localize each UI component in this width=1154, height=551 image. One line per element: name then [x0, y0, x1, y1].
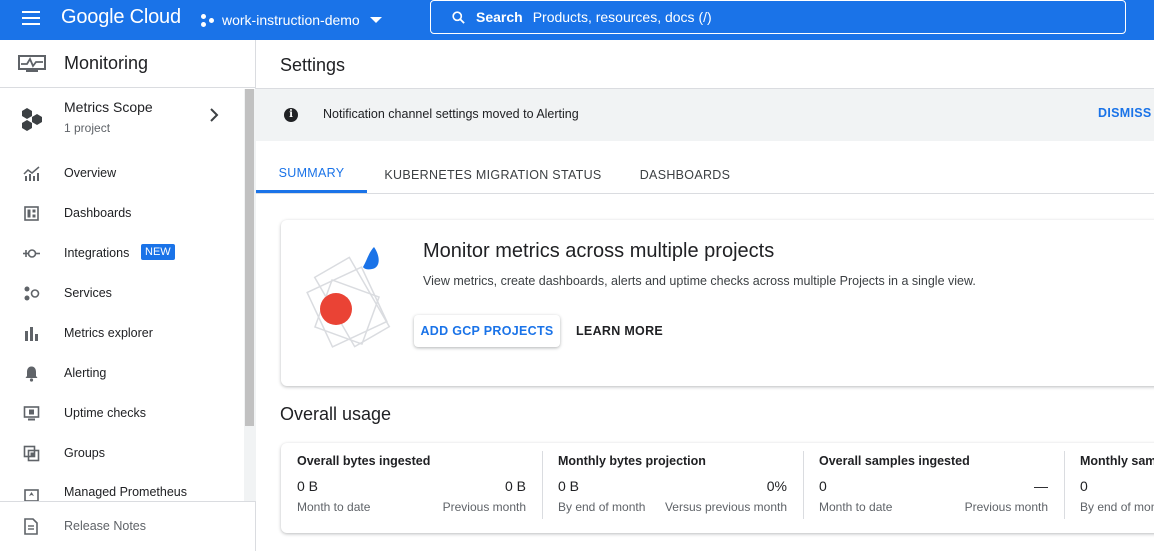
- metric-label: Month to date: [819, 500, 893, 514]
- metric-title: Monthly bytes projection: [558, 454, 706, 468]
- metric-value: 0 B: [558, 478, 580, 494]
- search-bar[interactable]: Search Products, resources, docs (/): [430, 0, 1126, 34]
- main-content: Settings i Notification channel settings…: [256, 40, 1154, 551]
- sidebar-item-services[interactable]: Services: [0, 273, 244, 313]
- metric-compare-value: 0 B: [504, 478, 526, 494]
- metric-monthly-samples-projection: Monthly samples projection 0 By end of m…: [1064, 443, 1154, 533]
- sidebar-item-groups[interactable]: Groups: [0, 433, 244, 473]
- sidebar-item-label: Overview: [64, 166, 117, 180]
- metric-label: Month to date: [297, 500, 371, 514]
- new-badge: NEW: [141, 244, 175, 260]
- release-notes-link[interactable]: Release Notes: [0, 501, 255, 551]
- metric-value: 0: [819, 478, 827, 494]
- metric-title: Overall samples ingested: [819, 454, 970, 468]
- caret-down-icon: [369, 17, 382, 23]
- chart-icon: [23, 166, 40, 181]
- sidebar-item-uptime-checks[interactable]: Uptime checks: [0, 393, 244, 433]
- metric-title: Overall bytes ingested: [297, 454, 431, 468]
- metrics-scope-icon: [22, 108, 42, 131]
- divider: [542, 451, 543, 519]
- metric-title: Monthly samples projection: [1080, 454, 1154, 468]
- integrations-icon: [23, 249, 40, 258]
- sidebar-item-integrations[interactable]: Integrations NEW: [0, 233, 244, 273]
- sidebar-header: Monitoring: [0, 40, 255, 88]
- tab-bar: SUMMARY KUBERNETES MIGRATION STATUS DASH…: [256, 156, 1154, 194]
- multi-project-illustration: [306, 247, 391, 348]
- bell-icon: [25, 366, 38, 382]
- metric-label: By end of month: [558, 500, 646, 514]
- sidebar-item-alerting[interactable]: Alerting: [0, 353, 244, 393]
- metrics-scope[interactable]: Metrics Scope 1 project: [0, 89, 244, 153]
- banner-message: Notification channel settings moved to A…: [323, 107, 579, 121]
- tab-summary[interactable]: SUMMARY: [256, 156, 367, 193]
- sidebar-item-label: Metrics explorer: [64, 326, 153, 340]
- sidebar-scrollbar[interactable]: [244, 89, 256, 501]
- google-cloud-logo[interactable]: Google Cloud: [61, 6, 181, 29]
- sidebar-item-label: Alerting: [64, 366, 107, 380]
- dashboard-icon: [24, 206, 39, 221]
- metric-value: 0 B: [297, 478, 319, 494]
- project-name: work-instruction-demo: [222, 12, 360, 28]
- chevron-right-icon: [210, 108, 219, 122]
- metric-label: By end of month: [1080, 500, 1154, 514]
- monitoring-icon: [18, 54, 46, 72]
- dismiss-button[interactable]: DISMISS: [1098, 106, 1152, 120]
- divider: [1064, 451, 1065, 519]
- search-label: Search: [476, 9, 523, 25]
- sidebar-item-label: Groups: [64, 446, 105, 460]
- sidebar-item-label: Dashboards: [64, 206, 132, 220]
- metrics-scope-title: Metrics Scope: [64, 99, 153, 115]
- sidebar-item-label: Managed Prometheus: [64, 485, 187, 499]
- services-icon: [24, 286, 40, 301]
- metric-overall-bytes-ingested: Overall bytes ingested 0 B 0 B Month to …: [281, 443, 542, 533]
- release-notes-label: Release Notes: [64, 519, 146, 533]
- tab-kubernetes-migration-status[interactable]: KUBERNETES MIGRATION STATUS: [367, 156, 619, 193]
- sidebar-item-label: Uptime checks: [64, 406, 146, 420]
- metric-monthly-bytes-projection: Monthly bytes projection 0 B 0% By end o…: [542, 443, 803, 533]
- info-icon: i: [284, 108, 298, 122]
- groups-icon: [23, 445, 40, 462]
- metric-value: 0: [1080, 478, 1088, 494]
- notification-banner: i Notification channel settings moved to…: [256, 89, 1154, 141]
- search-icon: [452, 10, 465, 24]
- metric-compare-label: Previous month: [442, 500, 526, 514]
- sidebar-item-dashboards[interactable]: Dashboards: [0, 193, 244, 233]
- promo-title: Monitor metrics across multiple projects: [423, 240, 775, 262]
- prometheus-icon: [24, 489, 39, 501]
- promo-description: View metrics, create dashboards, alerts …: [423, 274, 976, 288]
- usage-card: Overall bytes ingested 0 B 0 B Month to …: [281, 443, 1154, 533]
- metric-overall-samples-ingested: Overall samples ingested 0 — Month to da…: [803, 443, 1064, 533]
- metrics-scope-subtitle: 1 project: [64, 121, 111, 135]
- bar-chart-icon: [25, 327, 38, 341]
- sidebar-item-label: Services: [64, 286, 112, 300]
- release-notes-icon: [24, 518, 38, 535]
- divider: [803, 451, 804, 519]
- sidebar-item-metrics-explorer[interactable]: Metrics explorer: [0, 313, 244, 353]
- search-placeholder: Products, resources, docs (/): [532, 9, 712, 25]
- tab-dashboards[interactable]: DASHBOARDS: [619, 156, 751, 193]
- metric-compare-value: 0%: [766, 478, 787, 494]
- sidebar-item-label: Integrations: [64, 246, 130, 260]
- learn-more-button[interactable]: LEARN MORE: [576, 315, 666, 347]
- sidebar: Monitoring Metrics Scope 1 project Overv…: [0, 40, 256, 551]
- sidebar-item-overview[interactable]: Overview: [0, 153, 244, 193]
- menu-icon[interactable]: [22, 9, 42, 29]
- add-gcp-projects-button[interactable]: ADD GCP PROJECTS: [414, 315, 560, 347]
- top-bar: Google Cloud work-instruction-demo Searc…: [0, 0, 1154, 40]
- project-picker[interactable]: work-instruction-demo: [200, 8, 382, 32]
- monitor-icon: [23, 406, 40, 421]
- metric-compare-value: —: [1034, 478, 1048, 494]
- sidebar-title: Monitoring: [64, 53, 149, 73]
- usage-title: Overall usage: [280, 404, 392, 424]
- sidebar-item-managed-prometheus[interactable]: Managed Prometheus: [0, 473, 244, 501]
- scrollbar-thumb[interactable]: [245, 89, 254, 426]
- metric-compare-label: Versus previous month: [664, 500, 787, 514]
- project-icon: [200, 12, 216, 28]
- page-title: Settings: [280, 55, 346, 75]
- promo-card: Monitor metrics across multiple projects…: [281, 220, 1154, 386]
- metric-compare-label: Previous month: [964, 500, 1048, 514]
